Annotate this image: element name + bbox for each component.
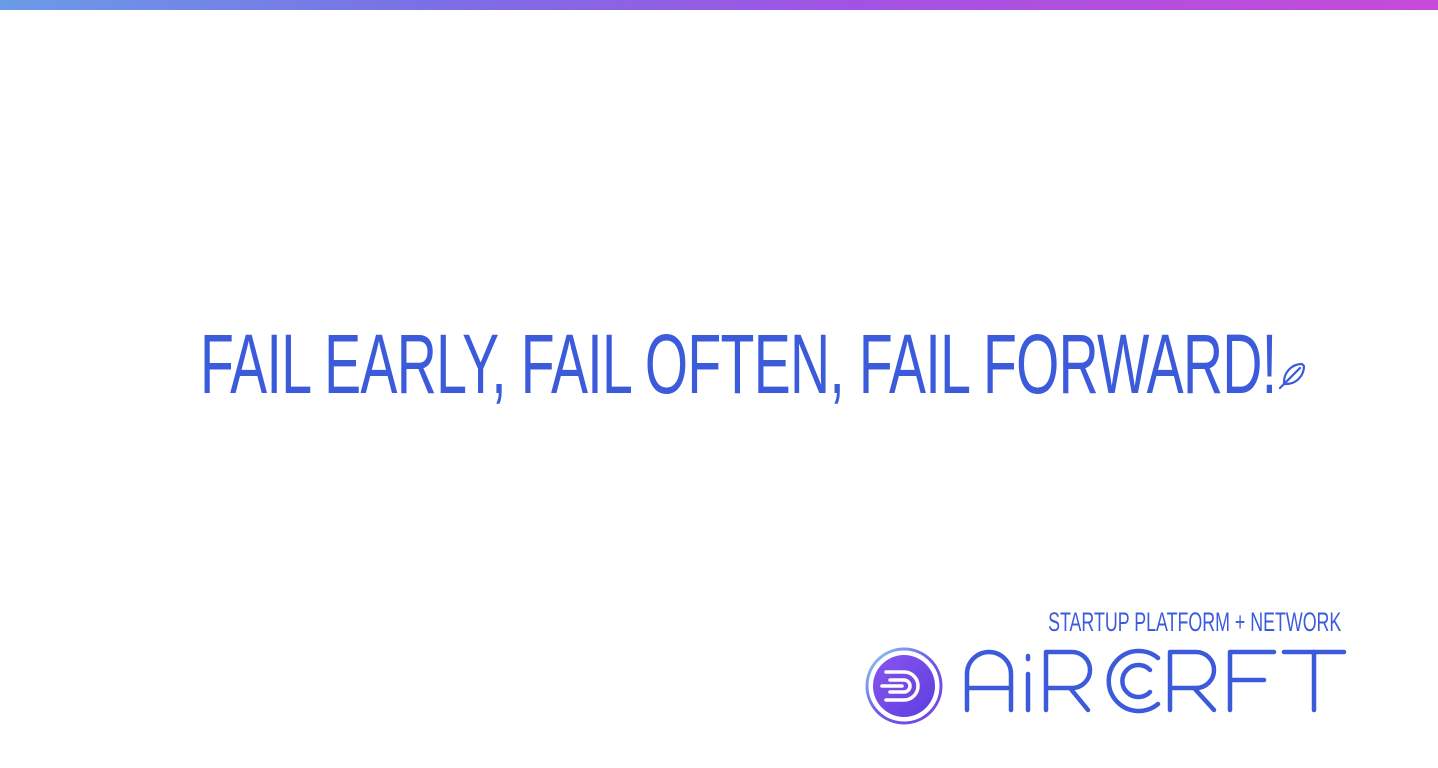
gradient-top-bar (0, 0, 1438, 10)
headline: FAIL EARLY, FAIL OFTEN, FAIL FORWARD! (200, 316, 1277, 411)
brand-tagline: STARTUP PLATFORM + NETWORK (1047, 607, 1341, 637)
aircrft-wordmark (964, 648, 1347, 714)
slide: FAIL EARLY, FAIL OFTEN, FAIL FORWARD! ST… (0, 0, 1438, 768)
headline-text: FAIL EARLY, FAIL OFTEN, FAIL FORWARD! (200, 317, 1277, 411)
aircrft-logo-mark-icon (865, 647, 943, 725)
feather-icon (1278, 362, 1306, 390)
